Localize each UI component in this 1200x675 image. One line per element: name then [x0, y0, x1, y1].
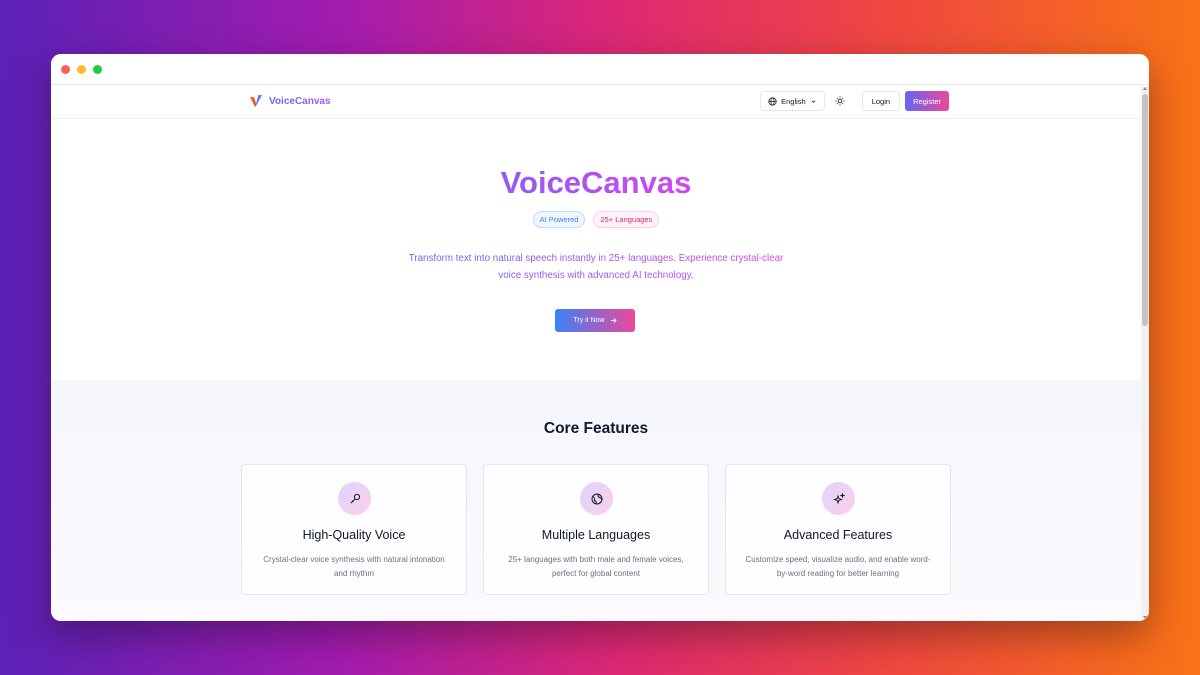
- page-viewport: VoiceCanvas English Login Register Voice…: [51, 86, 1141, 621]
- scroll-down-arrow-icon[interactable]: [1143, 616, 1147, 619]
- scrollbar-thumb[interactable]: [1142, 94, 1148, 326]
- voicecanvas-logo-icon: [250, 95, 262, 107]
- feature-title: Multiple Languages: [541, 528, 651, 542]
- register-button[interactable]: Register: [905, 91, 949, 111]
- hero-title: VoiceCanvas: [476, 165, 716, 201]
- brand-name: VoiceCanvas: [269, 95, 331, 107]
- hero-badges: AI Powered 25+ Languages: [51, 211, 1141, 228]
- mic-icon-badge: [338, 482, 371, 515]
- arrow-right-icon: [610, 318, 617, 323]
- login-button[interactable]: Login: [861, 91, 901, 111]
- feature-title: High-Quality Voice: [302, 528, 406, 542]
- vertical-scrollbar[interactable]: [1141, 86, 1149, 621]
- close-window-button[interactable]: [61, 65, 70, 74]
- maximize-window-button[interactable]: [93, 65, 102, 74]
- features-section: Core Features High-Quality Voice Crystal…: [51, 380, 1141, 621]
- language-selector[interactable]: English: [760, 91, 825, 111]
- feature-card-voice: High-Quality Voice Crystal-clear voice s…: [241, 464, 467, 595]
- chevron-down-icon: [811, 99, 816, 103]
- window-titlebar: [51, 54, 1149, 85]
- ai-powered-badge: AI Powered: [532, 211, 586, 228]
- try-it-now-button[interactable]: Try it Now: [555, 309, 635, 332]
- sparkles-icon: [832, 492, 845, 504]
- theme-toggle-button[interactable]: [830, 91, 850, 111]
- nav-actions: English Login Register: [760, 91, 949, 111]
- hero-section: VoiceCanvas AI Powered 25+ Languages Tra…: [51, 119, 1141, 380]
- cta-label: Try it Now: [573, 317, 605, 324]
- sun-icon: [835, 96, 845, 106]
- browser-window: VoiceCanvas English Login Register Voice…: [51, 54, 1149, 621]
- feature-description: 25+ languages with both male and female …: [508, 555, 684, 578]
- feature-description: Crystal-clear voice synthesis with natur…: [263, 555, 445, 578]
- feature-title: Advanced Features: [783, 528, 893, 542]
- globe-icon: [768, 96, 777, 106]
- globe-icon: [591, 493, 602, 504]
- feature-card-advanced: Advanced Features Customize speed, visua…: [725, 464, 951, 595]
- features-title: Core Features: [543, 420, 649, 437]
- scroll-up-arrow-icon[interactable]: [1143, 87, 1147, 90]
- hero-description: Transform text into natural speech insta…: [396, 250, 796, 284]
- sparkles-icon-badge: [822, 482, 855, 515]
- globe-icon-badge: [580, 482, 613, 515]
- feature-description: Customize speed, visualize audio, and en…: [745, 555, 931, 578]
- minimize-window-button[interactable]: [77, 65, 86, 74]
- brand-link[interactable]: VoiceCanvas: [249, 94, 331, 108]
- language-label: English: [781, 96, 806, 106]
- languages-badge: 25+ Languages: [593, 211, 660, 228]
- feature-cards: High-Quality Voice Crystal-clear voice s…: [241, 464, 951, 595]
- navbar: VoiceCanvas English Login Register: [51, 86, 1141, 119]
- feature-card-languages: Multiple Languages 25+ languages with bo…: [483, 464, 709, 595]
- mic-icon: [349, 493, 360, 504]
